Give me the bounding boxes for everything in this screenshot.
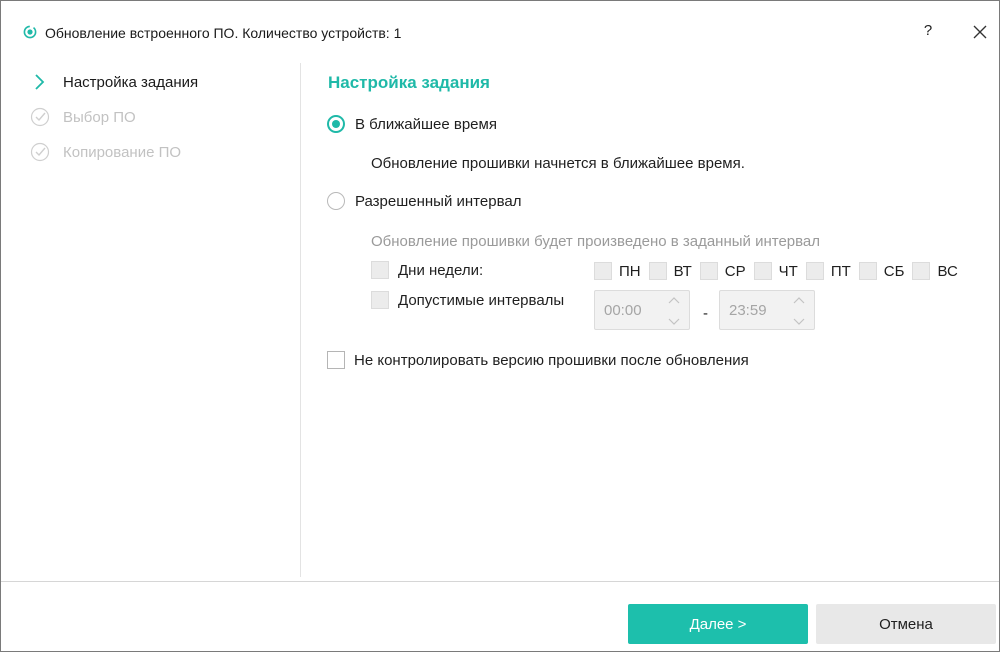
day-sun[interactable]: ВС bbox=[912, 262, 958, 280]
task-settings-panel: Настройка задания В ближайшее время Обно… bbox=[301, 63, 999, 579]
day-checkbox[interactable] bbox=[648, 262, 667, 280]
intervals-label: Допустимые интервалы bbox=[398, 291, 565, 309]
day-mon[interactable]: ПН bbox=[594, 262, 641, 280]
time-range-separator: - bbox=[703, 305, 708, 322]
no-version-check-row[interactable]: Не контролировать версию прошивки после … bbox=[327, 349, 749, 371]
day-label: ВС bbox=[937, 262, 958, 280]
step-task-settings[interactable]: Настройка задания bbox=[29, 71, 198, 93]
intervals-checkbox[interactable] bbox=[371, 291, 389, 309]
step-label: Настройка задания bbox=[63, 73, 199, 91]
weekday-list: ПН ВТ СР ЧТ ПТ СБ ВС bbox=[594, 260, 966, 282]
day-tue[interactable]: ВТ bbox=[648, 262, 692, 280]
cancel-button[interactable]: Отмена bbox=[816, 604, 996, 644]
intervals-checkbox-row[interactable]: Допустимые интервалы bbox=[371, 289, 564, 311]
app-logo-icon bbox=[23, 25, 37, 39]
day-thu[interactable]: ЧТ bbox=[753, 262, 798, 280]
day-label: СБ bbox=[883, 262, 905, 280]
day-label: СР bbox=[724, 262, 746, 280]
time-to-spinbox[interactable]: 23:59 bbox=[719, 290, 815, 330]
no-version-check-checkbox[interactable] bbox=[327, 351, 345, 369]
check-circle-icon bbox=[29, 106, 51, 128]
radio-label: Разрешенный интервал bbox=[355, 192, 522, 210]
weekdays-label: Дни недели: bbox=[398, 261, 484, 279]
step-copy-firmware: Копирование ПО bbox=[29, 141, 181, 163]
day-label: ПТ bbox=[830, 262, 851, 280]
day-checkbox[interactable] bbox=[858, 262, 877, 280]
asap-description: Обновление прошивки начнется в ближайшее… bbox=[371, 155, 745, 172]
next-button[interactable]: Далее > bbox=[628, 604, 808, 644]
radio-allowed-interval[interactable]: Разрешенный интервал bbox=[327, 190, 521, 212]
interval-description: Обновление прошивки будет произведено в … bbox=[371, 233, 821, 250]
no-version-check-label: Не контролировать версию прошивки после … bbox=[354, 351, 749, 369]
firmware-update-dialog: Обновление встроенного ПО. Количество ус… bbox=[0, 0, 1000, 652]
step-label: Выбор ПО bbox=[63, 108, 136, 126]
day-label: ЧТ bbox=[778, 262, 798, 280]
radio-indicator[interactable] bbox=[327, 115, 345, 133]
footer-divider bbox=[1, 581, 999, 582]
check-circle-icon bbox=[29, 141, 51, 163]
day-label: ВТ bbox=[673, 262, 692, 280]
wizard-steps: Настройка задания Выбор ПО Копирование П… bbox=[1, 63, 301, 579]
day-checkbox[interactable] bbox=[699, 262, 718, 280]
spin-arrows-icon[interactable] bbox=[667, 295, 681, 327]
window-title: Обновление встроенного ПО. Количество ус… bbox=[45, 25, 402, 41]
help-button[interactable]: ? bbox=[917, 19, 939, 43]
weekdays-checkbox[interactable] bbox=[371, 261, 389, 279]
chevron-right-icon bbox=[29, 71, 51, 93]
radio-label: В ближайшее время bbox=[355, 115, 497, 133]
time-from-spinbox[interactable]: 00:00 bbox=[594, 290, 690, 330]
spin-arrows-icon[interactable] bbox=[792, 295, 806, 327]
day-sat[interactable]: СБ bbox=[858, 262, 905, 280]
weekdays-checkbox-row[interactable]: Дни недели: bbox=[371, 259, 483, 281]
page-title: Настройка задания bbox=[328, 73, 490, 92]
close-icon[interactable] bbox=[967, 19, 993, 45]
day-checkbox[interactable] bbox=[912, 262, 931, 280]
time-to-value: 23:59 bbox=[729, 302, 767, 319]
day-checkbox[interactable] bbox=[594, 262, 612, 280]
day-checkbox[interactable] bbox=[805, 262, 824, 280]
day-fri[interactable]: ПТ bbox=[805, 262, 851, 280]
day-checkbox[interactable] bbox=[753, 262, 772, 280]
time-from-value: 00:00 bbox=[604, 302, 642, 319]
radio-indicator[interactable] bbox=[327, 192, 345, 210]
step-select-firmware: Выбор ПО bbox=[29, 106, 136, 128]
day-label: ПН bbox=[619, 262, 641, 280]
day-wed[interactable]: СР bbox=[699, 262, 746, 280]
step-label: Копирование ПО bbox=[63, 143, 182, 161]
radio-asap[interactable]: В ближайшее время bbox=[327, 113, 497, 135]
title-bar: Обновление встроенного ПО. Количество ус… bbox=[1, 1, 999, 63]
